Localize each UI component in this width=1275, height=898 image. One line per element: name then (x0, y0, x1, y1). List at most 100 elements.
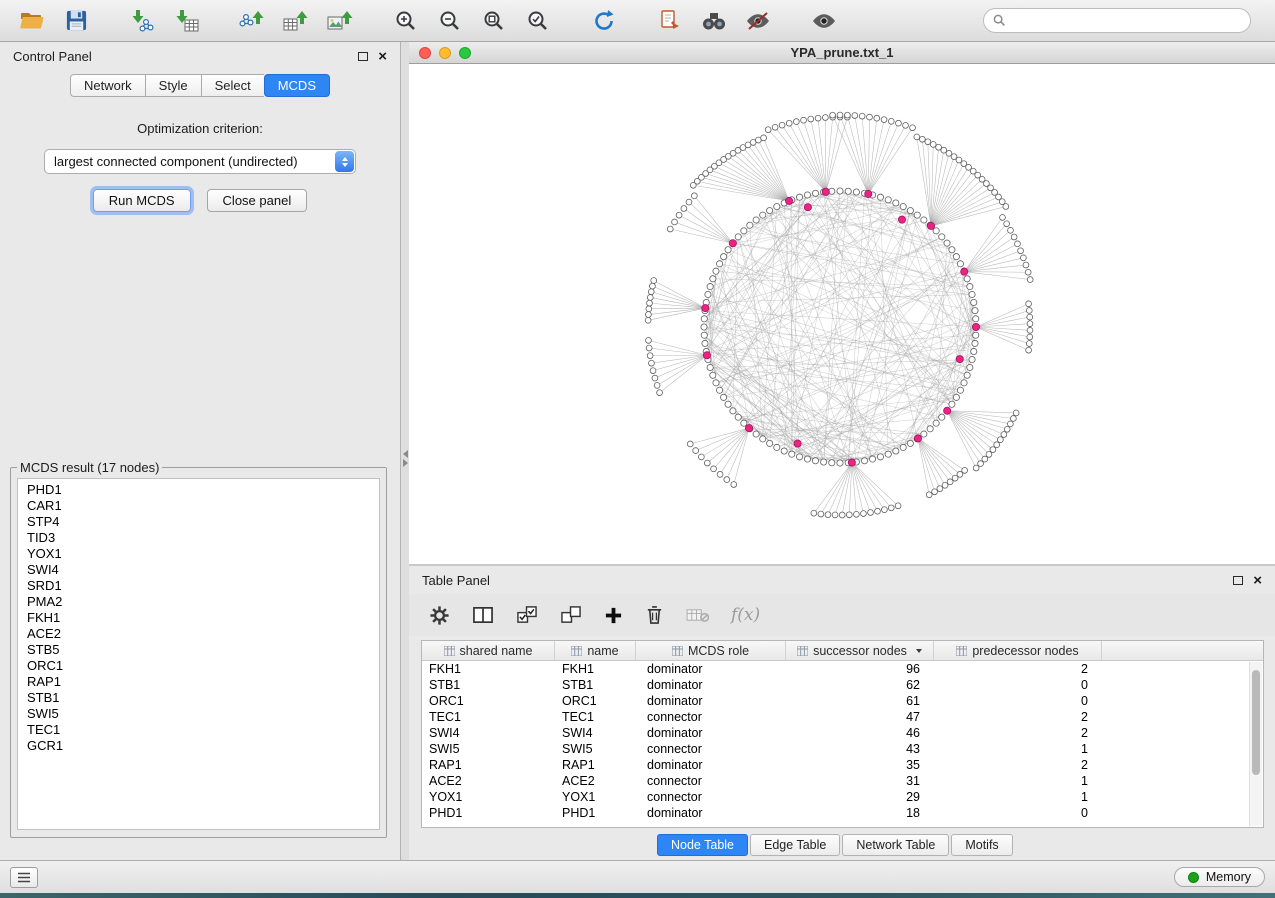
tab-network[interactable]: Network (70, 74, 145, 97)
close-table-panel-icon[interactable]: × (1253, 573, 1262, 588)
table-disabled-icon (686, 606, 709, 624)
refresh-button[interactable] (584, 4, 624, 38)
open-folder-icon (19, 10, 45, 32)
table-scrollbar-track[interactable] (1249, 662, 1262, 826)
function-builder-button[interactable]: f(x) (731, 605, 760, 625)
table-row[interactable]: PHD1PHD1dominator180 (422, 805, 1263, 821)
open-file-button[interactable] (12, 4, 52, 38)
tab-style[interactable]: Style (145, 74, 201, 97)
table-row[interactable]: RAP1RAP1dominator352 (422, 757, 1263, 773)
zoom-in-button[interactable] (386, 4, 426, 38)
export-image-button[interactable] (320, 4, 360, 38)
table-row[interactable]: FKH1FKH1dominator962 (422, 661, 1263, 677)
float-table-panel-icon[interactable] (1233, 576, 1243, 585)
tab-mcds[interactable]: MCDS (264, 74, 330, 97)
column-header-name[interactable]: name (555, 641, 636, 660)
table-row[interactable]: ACE2ACE2connector311 (422, 773, 1263, 789)
zoom-out-button[interactable] (430, 4, 470, 38)
hide-selected-button[interactable] (738, 4, 778, 38)
table-cell: connector (636, 790, 786, 804)
zoom-in-icon (394, 9, 418, 33)
export-network-button[interactable] (232, 4, 272, 38)
mcds-result-item[interactable]: YOX1 (27, 546, 379, 562)
mcds-result-item[interactable]: STB5 (27, 642, 379, 658)
close-window-icon[interactable] (419, 47, 431, 59)
mcds-result-list[interactable]: PHD1CAR1STP4TID3YOX1SWI4SRD1PMA2FKH1ACE2… (17, 478, 380, 830)
mcds-result-item[interactable]: GCR1 (27, 738, 379, 754)
import-table-button[interactable] (166, 4, 206, 38)
zoom-fit-button[interactable] (474, 4, 514, 38)
tab-network-table[interactable]: Network Table (842, 834, 949, 856)
tab-node-table[interactable]: Node Table (657, 834, 748, 856)
mcds-result-item[interactable]: SRD1 (27, 578, 379, 594)
column-header-successor-nodes[interactable]: successor nodes (786, 641, 934, 660)
minimize-window-icon[interactable] (439, 47, 451, 59)
column-header-mcds-role[interactable]: MCDS role (636, 641, 786, 660)
mcds-result-item[interactable]: PMA2 (27, 594, 379, 610)
table-scrollbar-thumb[interactable] (1252, 670, 1260, 775)
network-window-titlebar[interactable]: YPA_prune.txt_1 (409, 42, 1275, 64)
window-controls (419, 47, 471, 59)
create-column-button[interactable] (604, 606, 623, 625)
network-graph[interactable] (409, 64, 1275, 564)
status-menu-button[interactable] (10, 867, 38, 888)
table-settings-button[interactable] (429, 605, 450, 626)
tab-select[interactable]: Select (201, 74, 264, 97)
splitter-handle-icon[interactable] (401, 450, 409, 467)
tab-motifs[interactable]: Motifs (951, 834, 1012, 856)
export-table-button[interactable] (276, 4, 316, 38)
table-row[interactable]: YOX1YOX1connector291 (422, 789, 1263, 805)
clone-network-button[interactable] (650, 4, 690, 38)
vertical-splitter[interactable] (401, 42, 409, 860)
run-mcds-button[interactable]: Run MCDS (93, 189, 191, 212)
mcds-result-item[interactable]: TEC1 (27, 722, 379, 738)
mcds-result-item[interactable]: PHD1 (27, 482, 379, 498)
table-cell: ORC1 (555, 694, 636, 708)
table-toolbar: f(x) (409, 594, 1275, 636)
mcds-result-item[interactable]: RAP1 (27, 674, 379, 690)
import-network-icon (129, 9, 155, 33)
optimization-criterion-select[interactable]: largest connected component (undirected) (44, 149, 356, 174)
close-mcds-panel-button[interactable]: Close panel (207, 189, 308, 212)
table-row[interactable]: ORC1ORC1dominator610 (422, 693, 1263, 709)
search-box[interactable] (983, 8, 1251, 33)
deselect-all-rows-button[interactable] (560, 605, 582, 625)
mcds-result-item[interactable]: CAR1 (27, 498, 379, 514)
table-cell: PHD1 (555, 806, 636, 820)
zoom-selected-button[interactable] (518, 4, 558, 38)
network-canvas[interactable] (409, 64, 1275, 564)
maximize-window-icon[interactable] (459, 47, 471, 59)
close-panel-icon[interactable]: × (378, 49, 387, 64)
table-row[interactable]: TEC1TEC1connector472 (422, 709, 1263, 725)
column-header-predecessor-nodes[interactable]: predecessor nodes (934, 641, 1102, 660)
table-tabbar: Node Table Edge Table Network Table Moti… (657, 834, 1013, 856)
mcds-result-item[interactable]: STP4 (27, 514, 379, 530)
mcds-result-item[interactable]: FKH1 (27, 610, 379, 626)
show-all-button[interactable] (804, 4, 844, 38)
table-row[interactable]: SWI5SWI5connector431 (422, 741, 1263, 757)
mcds-result-item[interactable]: SWI4 (27, 562, 379, 578)
table-row[interactable]: STB1STB1dominator620 (422, 677, 1263, 693)
mcds-result-item[interactable]: ORC1 (27, 658, 379, 674)
select-all-rows-button[interactable] (516, 605, 538, 625)
table-row[interactable]: SWI4SWI4dominator462 (422, 725, 1263, 741)
tab-edge-table[interactable]: Edge Table (750, 834, 840, 856)
show-columns-button[interactable] (472, 605, 494, 625)
save-session-button[interactable] (56, 4, 96, 38)
column-header-shared-name[interactable]: shared name (422, 641, 555, 660)
gear-icon (429, 605, 450, 626)
mcds-result-item[interactable]: ACE2 (27, 626, 379, 642)
search-input[interactable] (1011, 13, 1241, 28)
edit-table-disabled-button[interactable] (686, 606, 709, 624)
table-cell: ORC1 (422, 694, 555, 708)
first-neighbors-button[interactable] (694, 4, 734, 38)
table-cell: 2 (934, 662, 1102, 676)
node-table: shared name name MCDS role (421, 640, 1264, 828)
delete-column-button[interactable] (645, 605, 664, 625)
memory-button[interactable]: Memory (1174, 867, 1265, 887)
mcds-result-item[interactable]: TID3 (27, 530, 379, 546)
mcds-result-item[interactable]: SWI5 (27, 706, 379, 722)
float-panel-icon[interactable] (358, 52, 368, 61)
mcds-result-item[interactable]: STB1 (27, 690, 379, 706)
import-network-button[interactable] (122, 4, 162, 38)
